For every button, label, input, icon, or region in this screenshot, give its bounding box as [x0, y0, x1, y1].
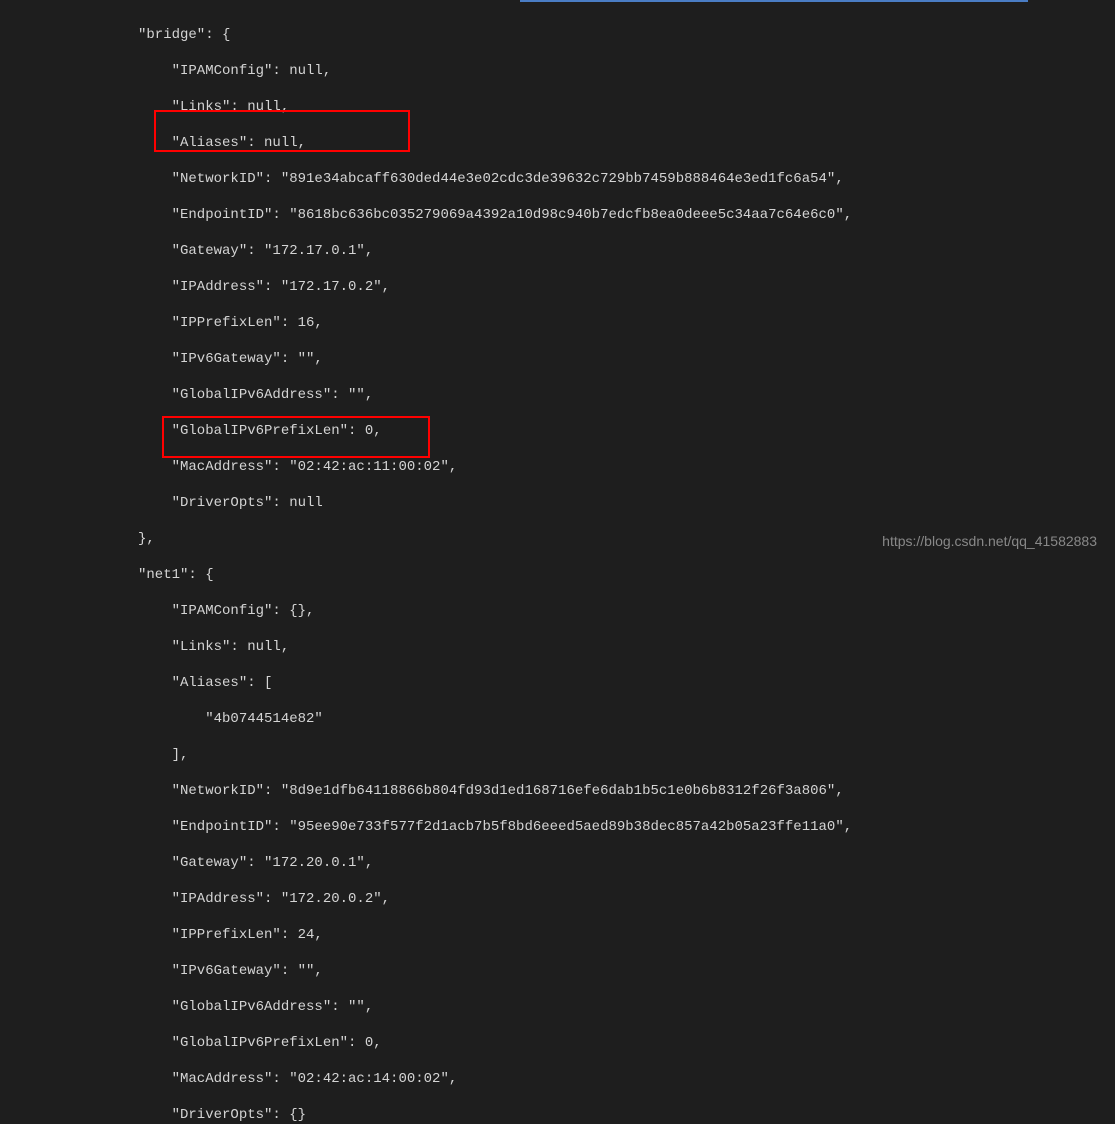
code-line: "IPAMConfig": {},	[138, 602, 1115, 620]
code-line: "GlobalIPv6Address": "",	[138, 386, 1115, 404]
code-line: "IPAMConfig": null,	[138, 62, 1115, 80]
code-line: "MacAddress": "02:42:ac:11:00:02",	[138, 458, 1115, 476]
code-line: "NetworkID": "891e34abcaff630ded44e3e02c…	[138, 170, 1115, 188]
terminal-output: "bridge": { "IPAMConfig": null, "Links":…	[0, 0, 1115, 1124]
code-line: "4b0744514e82"	[138, 710, 1115, 728]
code-line: "EndpointID": "8618bc636bc035279069a4392…	[138, 206, 1115, 224]
code-line: "Aliases": null,	[138, 134, 1115, 152]
code-line: "net1": {	[138, 566, 1115, 584]
code-line-ipaddress: "IPAddress": "172.20.0.2",	[138, 890, 1115, 908]
code-line: "IPv6Gateway": "",	[138, 962, 1115, 980]
top-selection-bar	[520, 0, 1028, 2]
code-line: "DriverOpts": null	[138, 494, 1115, 512]
code-line: "GlobalIPv6PrefixLen": 0,	[138, 1034, 1115, 1052]
code-line: ],	[138, 746, 1115, 764]
code-line: "IPPrefixLen": 24,	[138, 926, 1115, 944]
code-line: "bridge": {	[138, 26, 1115, 44]
code-line: "Links": null,	[138, 638, 1115, 656]
code-line: "GlobalIPv6PrefixLen": 0,	[138, 422, 1115, 440]
code-line: "Links": null,	[138, 98, 1115, 116]
code-line: "IPv6Gateway": "",	[138, 350, 1115, 368]
code-line-gateway: "Gateway": "172.20.0.1",	[138, 854, 1115, 872]
code-line: "MacAddress": "02:42:ac:14:00:02",	[138, 1070, 1115, 1088]
code-line: "IPPrefixLen": 16,	[138, 314, 1115, 332]
code-line-gateway: "Gateway": "172.17.0.1",	[138, 242, 1115, 260]
code-line: "GlobalIPv6Address": "",	[138, 998, 1115, 1016]
watermark-text: https://blog.csdn.net/qq_41582883	[882, 532, 1097, 550]
code-line: "Aliases": [	[138, 674, 1115, 692]
code-line-ipaddress: "IPAddress": "172.17.0.2",	[138, 278, 1115, 296]
code-line: "NetworkID": "8d9e1dfb64118866b804fd93d1…	[138, 782, 1115, 800]
code-line: "EndpointID": "95ee90e733f577f2d1acb7b5f…	[138, 818, 1115, 836]
code-line: "DriverOpts": {}	[138, 1106, 1115, 1124]
